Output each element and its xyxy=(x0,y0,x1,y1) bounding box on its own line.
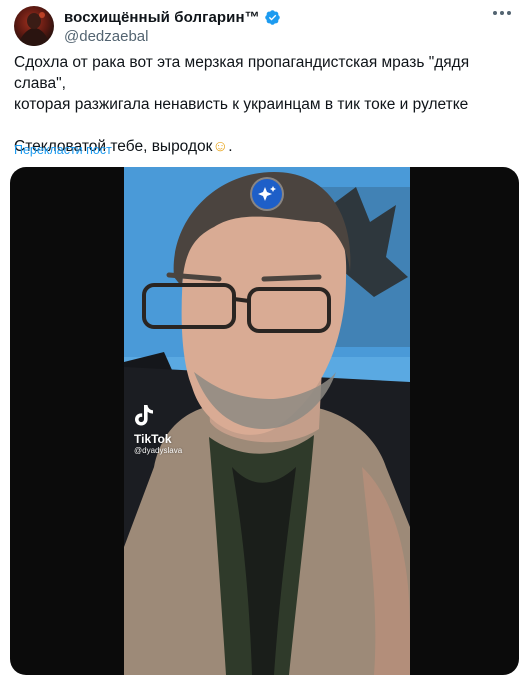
avatar[interactable] xyxy=(14,6,54,46)
smiling-emoji-icon: ☺ xyxy=(212,138,229,155)
tweet-text-line-3-end: . xyxy=(228,138,233,155)
tiktok-watermark: TikTok @dyadyslava xyxy=(134,403,182,455)
tweet-text-line-2: которая разжигала ненависть к украинцам … xyxy=(14,96,469,113)
display-name[interactable]: восхищённый болгарин™ xyxy=(64,9,260,26)
tweet-header: восхищённый болгарин™ @dedzaebal xyxy=(14,6,281,46)
sparkle-icon[interactable] xyxy=(252,179,282,209)
tiktok-brand-label: TikTok xyxy=(134,432,172,446)
name-row: восхищённый болгарин™ xyxy=(64,7,281,27)
verified-badge-icon[interactable] xyxy=(264,9,281,26)
sparkle-icon-glyph xyxy=(258,186,276,201)
translate-post-link[interactable]: Перекласти пост xyxy=(14,143,112,157)
more-options-icon[interactable] xyxy=(492,10,512,16)
tweet-card: восхищённый болгарин™ @dedzaebal Сдохла … xyxy=(0,0,526,683)
tiktok-logo-icon xyxy=(135,405,153,426)
avatar-image xyxy=(20,12,48,46)
tweet-text-line-1: Сдохла от рака вот эта мерзкая пропаганд… xyxy=(14,54,470,92)
author-block: восхищённый болгарин™ @dedzaebal xyxy=(64,7,281,45)
video-frame[interactable]: TikTok @dyadyslava xyxy=(124,167,410,675)
video-player[interactable]: TikTok @dyadyslava xyxy=(10,167,519,675)
author-handle[interactable]: @dedzaebal xyxy=(64,28,281,45)
tiktok-username-label: @dyadyslava xyxy=(134,446,183,455)
tweet-text: Сдохла от рака вот эта мерзкая пропаганд… xyxy=(14,52,514,157)
